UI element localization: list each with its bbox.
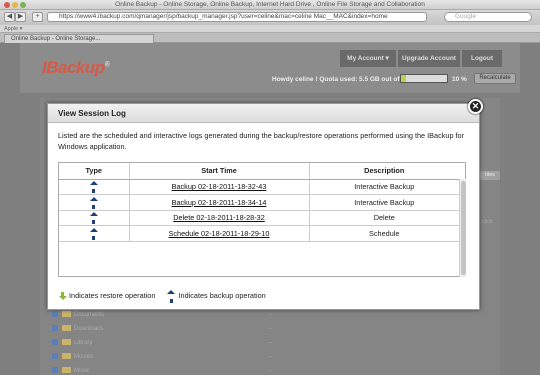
window-title: Online Backup - Online Storage, Online B… <box>115 1 425 8</box>
close-icon[interactable]: ✕ <box>468 99 483 114</box>
browser-toolbar: ◀ ▶ + https://www4.ibackup.com/qmanager/… <box>0 10 540 25</box>
column-header-type: Type <box>59 163 130 180</box>
type-cell <box>59 225 130 242</box>
table-row: Backup 02-18-2011-18-34-14 Interactive B… <box>59 194 459 211</box>
bg-dash: -- <box>268 354 272 360</box>
description-cell: Schedule <box>309 225 459 242</box>
legend-backup-label: Indicates backup operation <box>178 290 266 300</box>
description-cell: Interactive Backup <box>309 179 459 195</box>
type-cell <box>59 210 130 226</box>
column-header-description: Description <box>309 163 459 180</box>
quota-fill <box>401 75 406 82</box>
recalculate-button[interactable]: Recalculate <box>474 73 516 84</box>
bg-list-item[interactable]: Movies <box>52 352 93 362</box>
bg-dash: -- <box>268 312 272 318</box>
arrow-down-icon <box>58 292 67 300</box>
back-icon[interactable]: ◀ <box>4 12 15 22</box>
url-text: https://www4.ibackup.com/qmanager/jsp/ba… <box>59 13 388 20</box>
start-time-cell: Backup 02-18-2011-18-34-14 <box>129 194 310 211</box>
bg-dash: -- <box>268 326 272 332</box>
checkbox-icon[interactable] <box>52 325 58 332</box>
column-header-start-time: Start Time <box>129 163 310 180</box>
window-titlebar: Online Backup - Online Storage, Online B… <box>0 0 540 10</box>
arrow-up-icon <box>167 289 176 303</box>
legend-restore-label: Indicates restore operation <box>69 290 156 300</box>
table-header-row: Type Start Time Description <box>59 163 459 180</box>
close-window-icon[interactable] <box>4 2 10 8</box>
site-header: IBackup® My Account ▾ Upgrade Account Lo… <box>20 43 520 93</box>
modal-intro: Listed are the scheduled and interactive… <box>58 131 465 151</box>
bookmarks-bar: Apple ▾ <box>0 25 540 33</box>
session-log-modal: View Session Log ✕ Listed are the schedu… <box>47 99 483 310</box>
folder-icon <box>62 339 71 346</box>
quota-percent: 10 % <box>452 76 467 83</box>
description-cell: Delete <box>309 210 459 226</box>
arrow-up-icon <box>89 196 98 209</box>
ibackup-logo: IBackup® <box>42 58 110 77</box>
legend: Indicates restore operation Indicates ba… <box>58 289 276 303</box>
logout-button[interactable]: Logout <box>462 50 502 67</box>
arrow-up-icon <box>89 211 98 225</box>
arrow-up-icon <box>89 227 98 240</box>
table-row: Backup 02-18-2011-18-32-43 Interactive B… <box>59 179 459 195</box>
modal-title: View Session Log <box>48 104 479 123</box>
folder-icon <box>62 325 71 332</box>
tab-title: Online Backup - Online Storage... <box>11 36 101 42</box>
checkbox-icon[interactable] <box>52 311 58 318</box>
type-cell <box>59 179 130 195</box>
type-cell <box>59 194 130 211</box>
legend-restore: Indicates restore operation <box>58 291 155 301</box>
forward-icon[interactable]: ▶ <box>15 12 26 22</box>
folder-icon <box>62 367 71 374</box>
start-time-cell: Schedule 02-18-2011-18-29-10 <box>129 225 310 242</box>
table-row: Schedule 02-18-2011-18-29-10 Schedule <box>59 225 459 242</box>
start-time-cell: Delete 02-18-2011-18-28-32 <box>129 210 310 226</box>
bg-list-item[interactable]: Downloads <box>52 324 104 334</box>
upgrade-account-button[interactable]: Upgrade Account <box>398 50 460 67</box>
bg-dash: -- <box>268 368 272 374</box>
arrow-up-icon <box>89 180 98 194</box>
folder-icon <box>62 311 71 318</box>
bg-dash: -- <box>268 340 272 346</box>
checkbox-icon[interactable] <box>52 367 58 374</box>
bg-list-item[interactable]: Library <box>52 338 92 348</box>
session-log-link[interactable]: Backup 02-18-2011-18-34-14 <box>172 198 267 207</box>
tab-online-backup[interactable]: Online Backup - Online Storage... <box>4 34 154 43</box>
quota-bar <box>400 74 448 83</box>
minimize-window-icon[interactable] <box>12 2 18 8</box>
session-log-link[interactable]: Schedule 02-18-2011-18-29-10 <box>169 229 270 238</box>
search-placeholder: Google <box>455 13 476 20</box>
tab-bar: Online Backup - Online Storage... <box>0 33 540 43</box>
tiles-button[interactable]: tiles <box>480 171 500 180</box>
folder-icon <box>62 353 71 360</box>
bg-list-item[interactable]: Documents <box>52 310 104 320</box>
session-log-table-container: Type Start Time Description Backup 02-18… <box>58 162 466 277</box>
start-time-cell: Backup 02-18-2011-18-32-43 <box>129 179 310 195</box>
address-bar[interactable]: https://www4.ibackup.com/qmanager/jsp/ba… <box>47 12 427 22</box>
search-input[interactable]: Google <box>444 12 532 22</box>
table-row: Delete 02-18-2011-18-28-32 Delete <box>59 210 459 226</box>
add-bookmark-icon[interactable]: + <box>32 12 43 22</box>
legend-backup: Indicates backup operation <box>167 289 266 303</box>
session-log-link[interactable]: Backup 02-18-2011-18-32-43 <box>172 182 267 191</box>
my-account-button[interactable]: My Account ▾ <box>340 50 396 67</box>
checkbox-icon[interactable] <box>52 353 58 360</box>
session-log-link[interactable]: Delete 02-18-2011-18-28-32 <box>173 213 265 222</box>
description-cell: Interactive Backup <box>309 194 459 211</box>
click-text: click <box>482 219 493 225</box>
scrollbar-thumb[interactable] <box>461 181 466 275</box>
maximize-window-icon[interactable] <box>20 2 26 8</box>
session-log-table: Type Start Time Description Backup 02-18… <box>59 163 459 242</box>
bookmark-apple[interactable]: Apple ▾ <box>4 26 22 32</box>
bg-list-item[interactable]: Music <box>52 366 90 375</box>
table-scrollbar[interactable] <box>459 179 466 277</box>
checkbox-icon[interactable] <box>52 339 58 346</box>
